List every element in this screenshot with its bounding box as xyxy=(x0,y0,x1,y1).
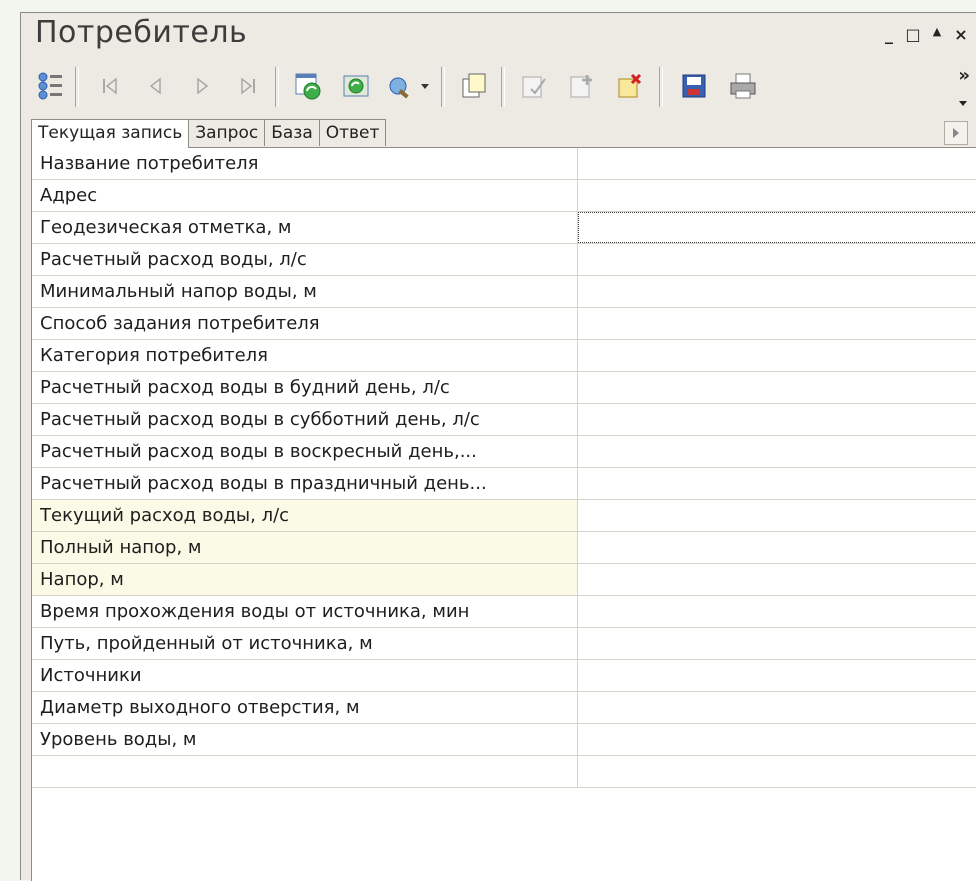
property-value-cell[interactable] xyxy=(578,244,976,275)
consumer-panel: Потребитель _ □ ▲ × » Текущая запись Зап… xyxy=(20,12,976,881)
property-value-cell[interactable] xyxy=(578,276,976,307)
property-value-cell[interactable] xyxy=(578,148,976,179)
property-name: Расчетный расход воды, л/с xyxy=(32,244,578,275)
refresh-window-icon[interactable] xyxy=(291,69,325,103)
properties-icon[interactable] xyxy=(33,69,67,103)
property-value-cell[interactable] xyxy=(578,180,976,211)
table-row: Категория потребителя xyxy=(32,340,976,372)
title-bar: Потребитель _ □ ▲ × xyxy=(21,13,976,59)
property-name: Название потребителя xyxy=(32,148,578,179)
property-value-cell[interactable] xyxy=(578,628,976,659)
tab-current-record[interactable]: Текущая запись xyxy=(31,119,190,148)
property-value-cell[interactable] xyxy=(578,660,976,691)
print-icon[interactable] xyxy=(725,69,759,103)
copy-record-icon[interactable] xyxy=(457,69,491,103)
last-record-icon[interactable] xyxy=(231,69,265,103)
table-row: Расчетный расход воды в субботний день, … xyxy=(32,404,976,436)
property-grid: Название потребителя Адрес Геодезическая о… xyxy=(31,147,976,881)
search-dropdown-icon[interactable] xyxy=(415,69,435,103)
table-row: Напор, м xyxy=(32,564,976,596)
property-value-cell[interactable] xyxy=(578,340,976,371)
property-name: Время прохождения воды от источника, мин xyxy=(32,596,578,627)
tab-database[interactable]: База xyxy=(264,119,320,146)
property-name: Расчетный расход воды в субботний день, … xyxy=(32,404,578,435)
property-name: Диаметр выходного отверстия, м xyxy=(32,692,578,723)
edit-record-icon[interactable] xyxy=(517,69,551,103)
close-button[interactable]: × xyxy=(952,25,970,44)
property-value-cell[interactable] xyxy=(578,596,976,627)
toolbar-dropdown-icon[interactable] xyxy=(958,93,968,112)
toolbar: » xyxy=(21,59,976,115)
table-row: Минимальный напор воды, м xyxy=(32,276,976,308)
tab-strip: Текущая запись Запрос База Ответ xyxy=(31,119,387,148)
property-value-cell[interactable] xyxy=(578,532,976,563)
next-record-icon[interactable] xyxy=(185,69,219,103)
table-row: Время прохождения воды от источника, мин xyxy=(32,596,976,628)
property-value-cell[interactable] xyxy=(578,308,976,339)
property-name: Геодезическая отметка, м xyxy=(32,212,578,243)
minimize-button[interactable]: _ xyxy=(880,25,898,44)
first-record-icon[interactable] xyxy=(93,69,127,103)
property-name: Полный напор, м xyxy=(32,532,578,563)
prev-record-icon[interactable] xyxy=(139,69,173,103)
property-name: Источники xyxy=(32,660,578,691)
table-row: Адрес xyxy=(32,180,976,212)
tab-scroll-right-button[interactable] xyxy=(944,121,968,145)
property-value-cell[interactable] xyxy=(578,756,976,787)
table-row: Полный напор, м xyxy=(32,532,976,564)
property-name: Уровень воды, м xyxy=(32,724,578,755)
property-value-cell[interactable] xyxy=(578,692,976,723)
table-row: Расчетный расход воды в воскресный день,… xyxy=(32,436,976,468)
property-name: Расчетный расход воды в будний день, л/с xyxy=(32,372,578,403)
save-icon[interactable] xyxy=(677,69,711,103)
property-name: Напор, м xyxy=(32,564,578,595)
refresh-icon[interactable] xyxy=(339,69,373,103)
table-row: Расчетный расход воды, л/с xyxy=(32,244,976,276)
property-name: Адрес xyxy=(32,180,578,211)
window-buttons: _ □ ▲ × xyxy=(880,25,970,44)
table-row: Путь, пройденный от источника, м xyxy=(32,628,976,660)
table-row: Расчетный расход воды в будний день, л/с xyxy=(32,372,976,404)
property-name: Способ задания потребителя xyxy=(32,308,578,339)
delete-record-icon[interactable] xyxy=(613,69,647,103)
property-name: Расчетный расход воды в праздничный день… xyxy=(32,468,578,499)
property-value-cell[interactable] xyxy=(578,564,976,595)
property-value-cell[interactable] xyxy=(578,404,976,435)
table-row: Расчетный расход воды в праздничный день… xyxy=(32,468,976,500)
table-row: Текущий расход воды, л/с xyxy=(32,500,976,532)
table-row: Диаметр выходного отверстия, м xyxy=(32,692,976,724)
table-row: Геодезическая отметка, м xyxy=(32,212,976,244)
property-name: Категория потребителя xyxy=(32,340,578,371)
search-icon[interactable] xyxy=(383,69,417,103)
table-row xyxy=(32,756,976,788)
collapse-button[interactable]: ▲ xyxy=(928,25,946,44)
property-value-cell[interactable] xyxy=(578,500,976,531)
panel-title: Потребитель xyxy=(35,15,248,50)
table-row: Название потребителя xyxy=(32,148,976,180)
property-name: Минимальный напор воды, м xyxy=(32,276,578,307)
table-row: Способ задания потребителя xyxy=(32,308,976,340)
property-value-cell[interactable] xyxy=(578,468,976,499)
add-record-icon[interactable] xyxy=(565,69,599,103)
property-name: Расчетный расход воды в воскресный день,… xyxy=(32,436,578,467)
property-value-cell[interactable] xyxy=(578,436,976,467)
maximize-button[interactable]: □ xyxy=(904,25,922,44)
table-row: Уровень воды, м xyxy=(32,724,976,756)
property-value-cell[interactable] xyxy=(578,372,976,403)
property-name xyxy=(32,756,578,787)
property-value-cell[interactable] xyxy=(578,212,976,243)
toolbar-overflow-button[interactable]: » xyxy=(958,65,970,86)
property-name: Путь, пройденный от источника, м xyxy=(32,628,578,659)
table-row: Источники xyxy=(32,660,976,692)
tab-query[interactable]: Запрос xyxy=(188,119,266,146)
property-value-cell[interactable] xyxy=(578,724,976,755)
tab-response[interactable]: Ответ xyxy=(318,119,387,146)
property-name: Текущий расход воды, л/с xyxy=(32,500,578,531)
